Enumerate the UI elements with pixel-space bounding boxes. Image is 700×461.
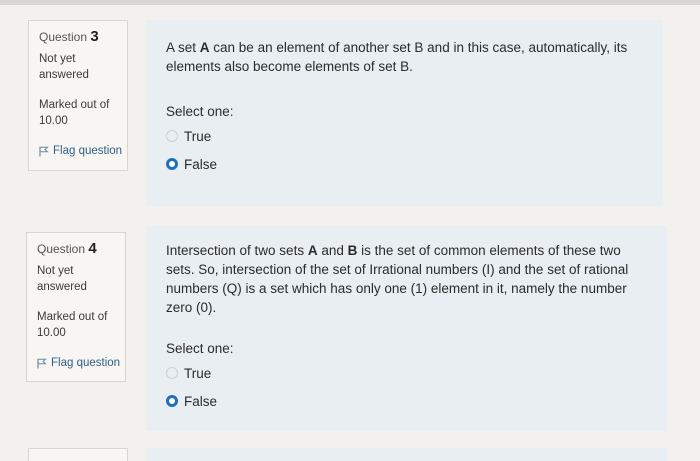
next-question-content-edge: [146, 448, 667, 461]
radio-selected[interactable]: [166, 158, 178, 170]
answer-option-false[interactable]: False: [166, 390, 647, 412]
answer-option-label: True: [184, 365, 212, 381]
question-text: A set A can be an element of another set…: [166, 38, 643, 76]
flag-icon: [39, 146, 49, 157]
question-number-value: 3: [90, 28, 99, 45]
select-one-prompt: Select one:: [166, 341, 234, 356]
flag-icon: [37, 358, 47, 369]
question-text: Intersection of two sets A and B is the …: [166, 241, 647, 317]
answer-option-label: True: [184, 128, 212, 144]
question-text-part: can be an element of another set B and i…: [166, 40, 628, 74]
answer-option-false[interactable]: False: [166, 153, 643, 175]
answer-option-true[interactable]: True: [166, 362, 647, 384]
question-content-4: Intersection of two sets A and B is the …: [146, 226, 667, 431]
question-content-3: A set A can be an element of another set…: [146, 20, 663, 206]
question-number: Question 3: [39, 29, 127, 45]
radio-selected[interactable]: [166, 395, 178, 407]
question-number-value: 4: [88, 240, 97, 257]
answer-option-label: False: [184, 393, 218, 409]
question-info-4: Question 4 Not yet answered Marked out o…: [26, 232, 126, 382]
question-label: Question: [37, 242, 86, 256]
question-text-emphasis: B: [347, 243, 358, 258]
flag-question-label: Flag question: [51, 357, 121, 369]
question-label: Question: [39, 30, 88, 44]
radio-unselected[interactable]: [166, 367, 178, 379]
answer-option-true[interactable]: True: [166, 125, 643, 147]
radio-unselected[interactable]: [166, 130, 178, 142]
question-grade: Marked out of 10.00: [37, 311, 108, 339]
flag-question-link[interactable]: Flag question: [39, 143, 127, 159]
question-grade: Marked out of 10.00: [39, 99, 110, 127]
flag-question-link[interactable]: Flag question: [37, 355, 125, 371]
question-text-emphasis: A: [307, 243, 318, 258]
select-one-prompt: Select one:: [166, 104, 234, 119]
question-text-emphasis: A: [199, 40, 210, 55]
question-number: Question 4: [37, 241, 125, 257]
question-info-3: Question 3 Not yet answered Marked out o…: [28, 20, 128, 171]
question-text-part: and: [317, 243, 348, 258]
answer-option-label: False: [184, 156, 218, 172]
question-state: Not yet answered: [39, 53, 89, 81]
top-bar: [0, 0, 700, 5]
question-text-part: Intersection of two sets: [166, 243, 308, 258]
next-question-info-edge: [28, 448, 128, 461]
flag-question-label: Flag question: [53, 145, 123, 157]
question-state: Not yet answered: [37, 265, 87, 293]
question-text-part: A set: [166, 40, 200, 55]
